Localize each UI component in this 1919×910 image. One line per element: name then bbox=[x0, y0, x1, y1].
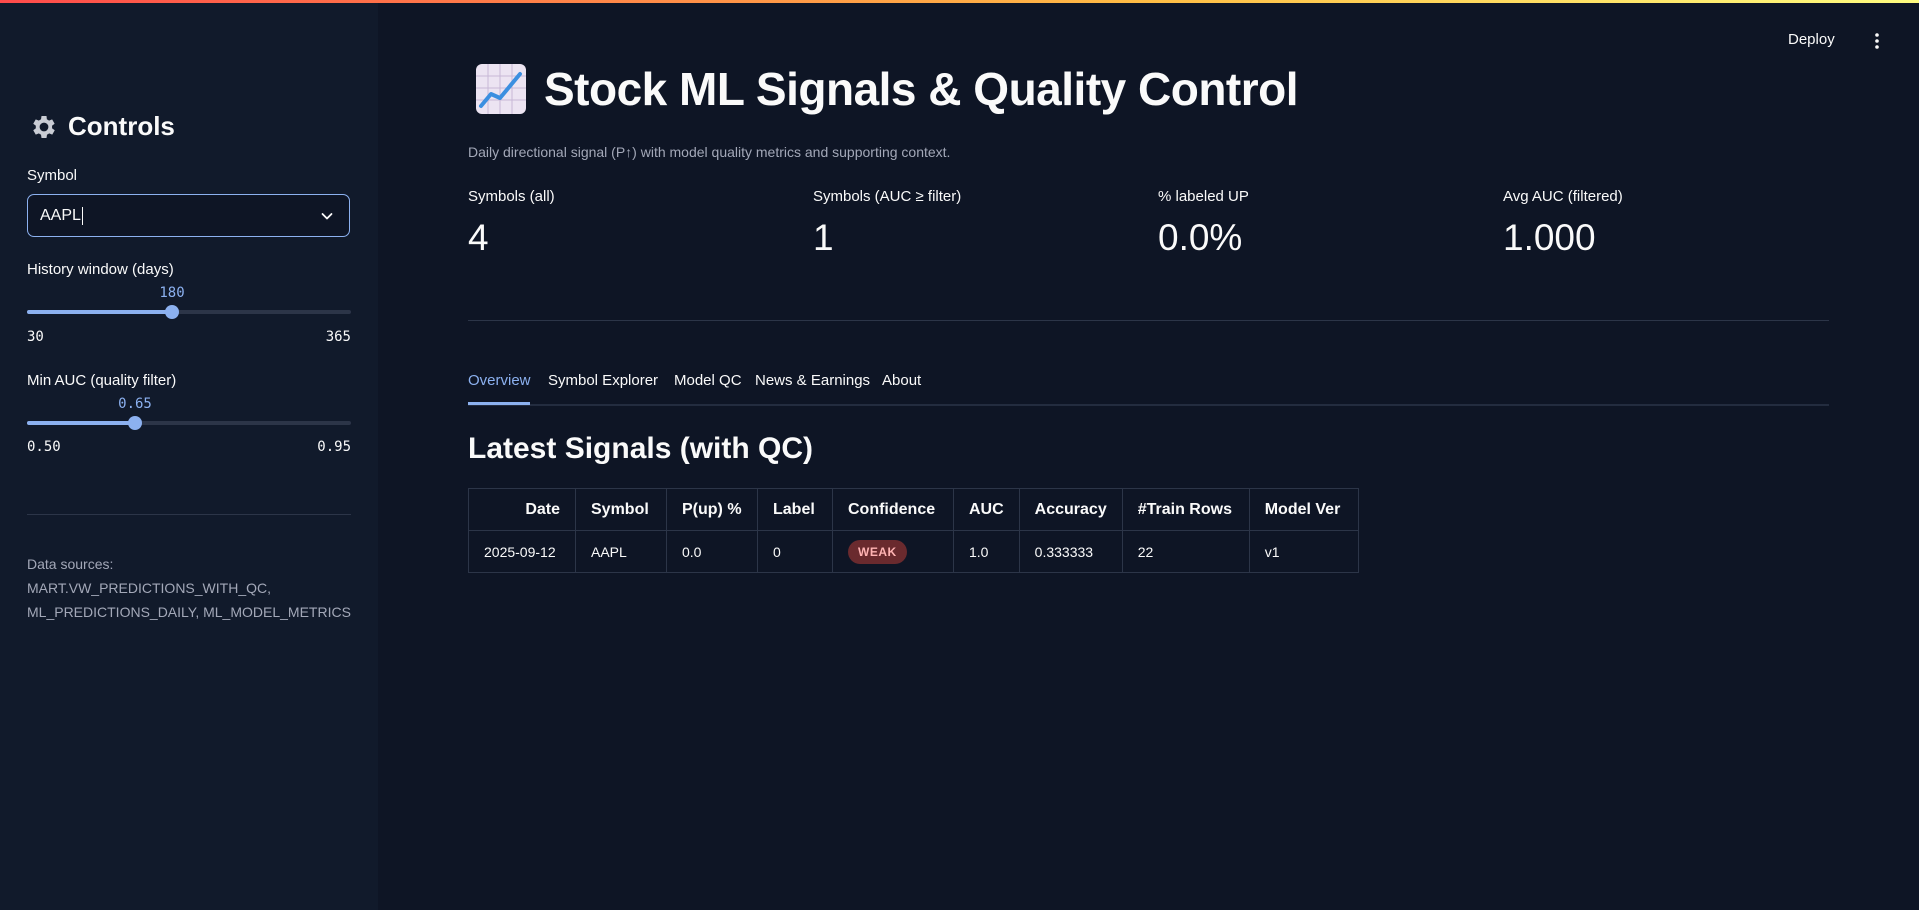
history-window-max: 365 bbox=[325, 329, 351, 345]
signals-table: Date Symbol P(up) % Label Confidence AUC… bbox=[468, 488, 1359, 573]
history-window-slider[interactable] bbox=[27, 305, 351, 319]
cell-train-rows: 22 bbox=[1121, 530, 1250, 573]
metric-value: 4 bbox=[468, 217, 489, 258]
history-window-value: 180 bbox=[159, 285, 185, 301]
cell-model-ver: v1 bbox=[1248, 530, 1359, 573]
column-header[interactable]: P(up) % bbox=[666, 488, 758, 531]
page-title: Stock ML Signals & Quality Control bbox=[544, 63, 1299, 115]
column-header[interactable]: Date bbox=[468, 488, 576, 531]
page-caption: Daily directional signal (P↑) with model… bbox=[468, 144, 951, 160]
slider-thumb[interactable] bbox=[165, 305, 179, 319]
table-row[interactable]: 2025-09-12 AAPL 0.0 0 WEAK 1.0 0.333333 … bbox=[468, 530, 1359, 573]
cell-date: 2025-09-12 bbox=[468, 530, 576, 573]
sidebar: Controls Symbol AAPL History window (day… bbox=[0, 0, 378, 910]
min-auc-max: 0.95 bbox=[317, 439, 351, 455]
tab-about[interactable]: About bbox=[882, 372, 921, 389]
symbol-select-value: AAPL bbox=[40, 206, 81, 224]
column-header[interactable]: Label bbox=[757, 488, 833, 531]
sidebar-divider bbox=[27, 514, 351, 515]
slider-thumb[interactable] bbox=[128, 416, 142, 430]
cell-accuracy: 0.333333 bbox=[1018, 530, 1123, 573]
metric-value: 1.000 bbox=[1503, 217, 1596, 258]
confidence-badge: WEAK bbox=[848, 539, 907, 564]
tab-overview[interactable]: Overview bbox=[468, 372, 531, 389]
history-window-min: 30 bbox=[27, 329, 44, 345]
symbol-label: Symbol bbox=[27, 167, 78, 184]
min-auc-min: 0.50 bbox=[27, 439, 61, 455]
more-options-icon[interactable] bbox=[1868, 32, 1886, 50]
chart-increasing-icon bbox=[476, 64, 526, 114]
active-tab-indicator bbox=[468, 402, 530, 405]
metric-avg-auc: Avg AUC (filtered) 1.000 bbox=[1503, 188, 1623, 259]
tab-news-earnings[interactable]: News & Earnings bbox=[755, 372, 870, 389]
cell-auc: 1.0 bbox=[953, 530, 1020, 573]
symbol-select[interactable]: AAPL bbox=[27, 194, 350, 237]
cell-symbol: AAPL bbox=[575, 530, 667, 573]
metric-symbols-all: Symbols (all) 4 bbox=[468, 188, 555, 259]
chevron-down-icon bbox=[321, 213, 333, 220]
metric-label: Symbols (all) bbox=[468, 188, 555, 205]
deploy-button[interactable]: Deploy bbox=[1788, 31, 1835, 48]
slider-fill bbox=[27, 421, 135, 425]
metric-label: % labeled UP bbox=[1158, 188, 1249, 205]
cell-confidence: WEAK bbox=[832, 530, 954, 573]
slider-fill bbox=[27, 310, 172, 314]
min-auc-slider[interactable] bbox=[27, 416, 351, 430]
column-header[interactable]: Accuracy bbox=[1018, 488, 1123, 531]
sidebar-header: Controls bbox=[29, 111, 175, 142]
data-sources-text: Data sources: MART.VW_PREDICTIONS_WITH_Q… bbox=[27, 556, 351, 620]
column-header[interactable]: Confidence bbox=[832, 488, 954, 531]
metric-labeled-up: % labeled UP 0.0% bbox=[1158, 188, 1249, 259]
metric-value: 0.0% bbox=[1158, 217, 1243, 258]
section-title: Latest Signals (with QC) bbox=[468, 432, 814, 465]
column-header[interactable]: AUC bbox=[953, 488, 1020, 531]
text-cursor bbox=[81, 206, 83, 225]
tab-model-qc[interactable]: Model QC bbox=[674, 372, 742, 389]
sidebar-title: Controls bbox=[68, 111, 175, 141]
tab-symbol-explorer[interactable]: Symbol Explorer bbox=[548, 372, 658, 389]
history-window-label: History window (days) bbox=[27, 261, 174, 278]
cell-p-up: 0.0 bbox=[666, 530, 758, 573]
cell-label: 0 bbox=[757, 530, 833, 573]
top-decoration-bar bbox=[0, 0, 1919, 3]
gear-icon bbox=[33, 115, 55, 138]
min-auc-value: 0.65 bbox=[118, 396, 152, 412]
table-header-row: Date Symbol P(up) % Label Confidence AUC… bbox=[468, 488, 1359, 531]
main-divider bbox=[468, 320, 1829, 321]
tab-bar: Overview Symbol Explorer Model QC News &… bbox=[468, 366, 1829, 406]
metric-label: Avg AUC (filtered) bbox=[1503, 188, 1623, 205]
min-auc-label: Min AUC (quality filter) bbox=[27, 372, 177, 389]
column-header[interactable]: #Train Rows bbox=[1121, 488, 1250, 531]
metric-value: 1 bbox=[813, 217, 834, 258]
column-header[interactable]: Symbol bbox=[575, 488, 667, 531]
metric-label: Symbols (AUC ≥ filter) bbox=[813, 188, 962, 205]
page-title-row: Stock ML Signals & Quality Control bbox=[474, 62, 1299, 116]
column-header[interactable]: Model Ver bbox=[1248, 488, 1359, 531]
metric-symbols-filtered: Symbols (AUC ≥ filter) 1 bbox=[813, 188, 961, 259]
